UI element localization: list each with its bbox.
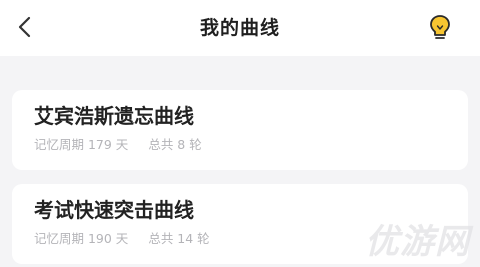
curve-card-exam-sprint[interactable]: 考试快速突击曲线 记忆周期 190 天 总共 14 轮 [12,184,468,264]
total-rounds-text: 总共 14 轮 [148,231,210,246]
memory-cycle-text: 记忆周期 190 天 [34,231,129,246]
page-title: 我的曲线 [199,17,280,39]
lightbulb-icon [430,15,450,39]
total-rounds-text: 总共 8 轮 [148,137,202,152]
tip-button[interactable] [426,13,454,43]
curve-title: 艾宾浩斯遗忘曲线 [34,104,194,128]
curve-title: 考试快速突击曲线 [34,198,194,222]
curve-meta: 记忆周期 179 天 总共 8 轮 [34,136,202,154]
curve-meta: 记忆周期 190 天 总共 14 轮 [34,230,210,248]
nav-bar: 我的曲线 [0,0,480,56]
memory-cycle-text: 记忆周期 179 天 [34,137,129,152]
curve-card-ebbinghaus[interactable]: 艾宾浩斯遗忘曲线 记忆周期 179 天 总共 8 轮 [12,90,468,170]
